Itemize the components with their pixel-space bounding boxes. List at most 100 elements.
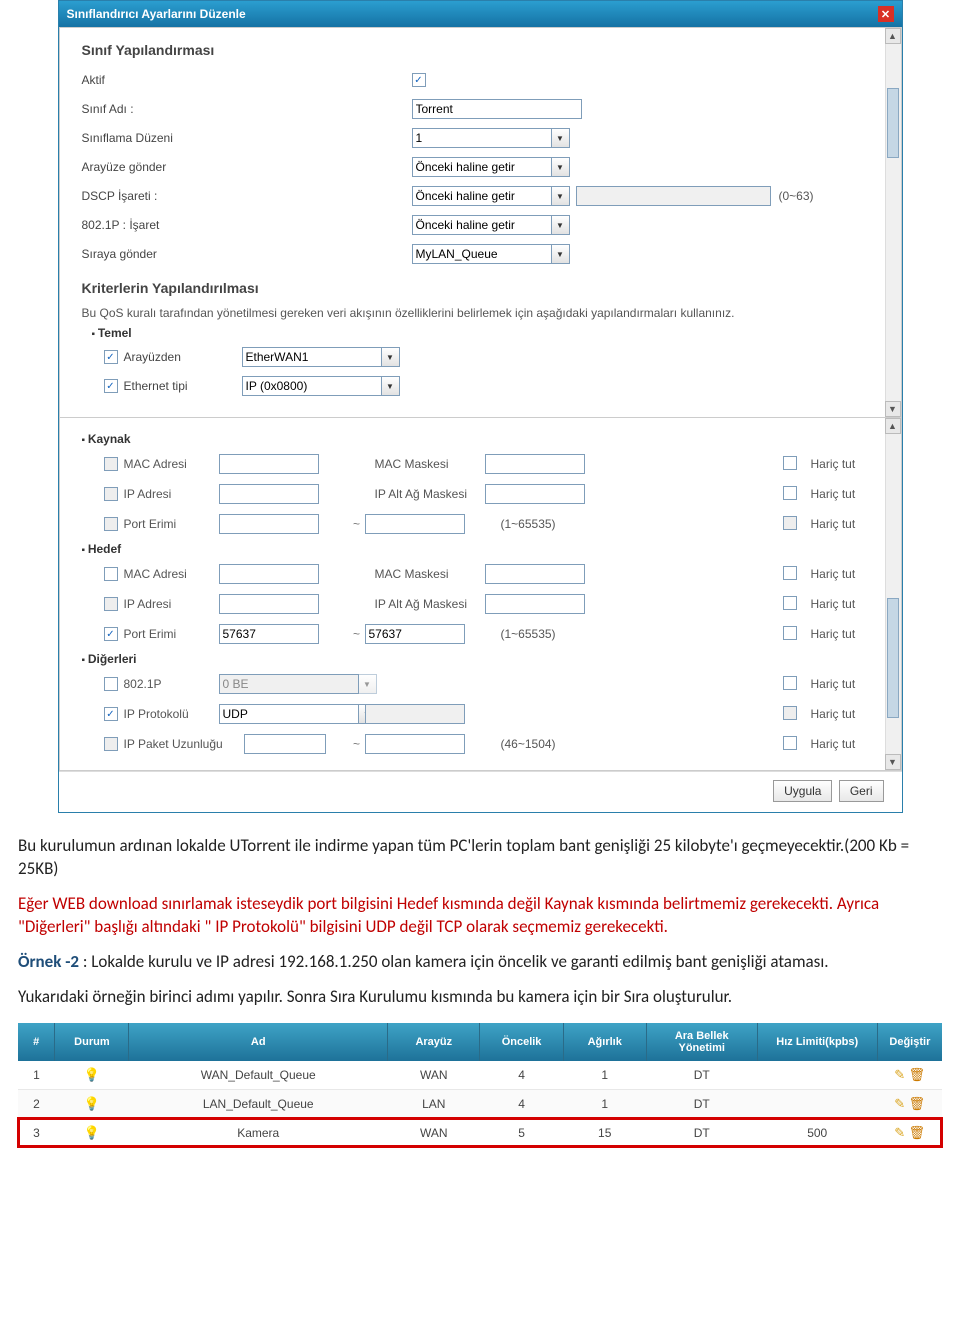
chevron-down-icon[interactable]: ▼: [552, 157, 570, 177]
scrollbar-bottom[interactable]: ▲ ▼: [885, 418, 901, 770]
select-send-interface[interactable]: [412, 157, 552, 177]
label-dst-port: Port Erimi: [124, 627, 177, 641]
select-other-8021p[interactable]: [219, 674, 359, 694]
scroll-down-icon[interactable]: ▼: [885, 754, 901, 770]
checkbox-src-mac-exclude[interactable]: [783, 456, 797, 470]
cell-pri: 4: [480, 1061, 563, 1090]
hint-port-range: (1~65535): [495, 627, 615, 641]
th-priority: Öncelik: [480, 1023, 563, 1061]
queue-table: # Durum Ad Arayüz Öncelik Ağırlık Ara Be…: [18, 1023, 942, 1148]
checkbox-active[interactable]: ✓: [412, 73, 426, 87]
checkbox-src-port-exclude[interactable]: [783, 516, 797, 530]
edit-icon[interactable]: ✎: [894, 1067, 905, 1082]
scroll-up-icon[interactable]: ▲: [885, 28, 901, 44]
input-dst-ip[interactable]: [219, 594, 319, 614]
cell-wt: 15: [563, 1118, 646, 1147]
label-dst-ip: IP Adresi: [124, 597, 172, 611]
select-send-queue[interactable]: [412, 244, 552, 264]
select-dscp[interactable]: [412, 186, 552, 206]
cell-name: WAN_Default_Queue: [129, 1061, 388, 1090]
input-dst-port-from[interactable]: [219, 624, 319, 644]
select-from-interface[interactable]: [242, 347, 382, 367]
row-dst-ip: IP Adresi IP Alt Ağ Maskesi Hariç tut: [104, 592, 871, 616]
row-dst-mac: MAC Adresi MAC Maskesi Hariç tut: [104, 562, 871, 586]
label-8021p-sign: 802.1P : İşaret: [82, 218, 412, 232]
edit-icon[interactable]: ✎: [894, 1125, 905, 1140]
input-src-ip[interactable]: [219, 484, 319, 504]
label-other-8021p: 802.1P: [124, 677, 162, 691]
table-header-row: # Durum Ad Arayüz Öncelik Ağırlık Ara Be…: [18, 1023, 942, 1061]
checkbox-other-pktlen[interactable]: [104, 737, 118, 751]
label-src-port: Port Erimi: [124, 517, 177, 531]
scroll-thumb[interactable]: [887, 598, 899, 718]
select-eth-type[interactable]: [242, 376, 382, 396]
hint-pktlen-range: (46~1504): [495, 737, 615, 751]
scrollbar-top[interactable]: ▲ ▼: [885, 28, 901, 417]
checkbox-src-mac[interactable]: [104, 457, 118, 471]
checkbox-other-ipproto[interactable]: ✓: [104, 707, 118, 721]
close-icon[interactable]: ✕: [878, 6, 894, 22]
chevron-down-icon[interactable]: ▼: [382, 347, 400, 367]
input-dst-mac-mask[interactable]: [485, 564, 585, 584]
hint-dscp-range: (0~63): [779, 189, 814, 203]
scroll-thumb[interactable]: [887, 88, 899, 158]
checkbox-other-8021p-exclude[interactable]: [783, 676, 797, 690]
chevron-down-icon[interactable]: ▼: [552, 215, 570, 235]
scroll-down-icon[interactable]: ▼: [885, 401, 901, 417]
chevron-down-icon[interactable]: ▼: [552, 244, 570, 264]
checkbox-other-ipproto-exclude[interactable]: [783, 706, 797, 720]
checkbox-dst-mac-exclude[interactable]: [783, 566, 797, 580]
classifier-settings-dialog: Sınıflandırıcı Ayarlarını Düzenle ✕ ▲ ▼ …: [58, 0, 903, 813]
checkbox-other-8021p[interactable]: [104, 677, 118, 691]
input-src-mac[interactable]: [219, 454, 319, 474]
chevron-down-icon[interactable]: ▼: [552, 128, 570, 148]
th-buffer: Ara Bellek Yönetimi: [646, 1023, 757, 1061]
back-button[interactable]: Geri: [839, 780, 884, 802]
dialog-title: Sınıflandırıcı Ayarlarını Düzenle: [67, 7, 246, 21]
row-src-mac: MAC Adresi MAC Maskesi Hariç tut: [104, 452, 871, 476]
input-dscp-value[interactable]: [576, 186, 771, 206]
checkbox-dst-ip-exclude[interactable]: [783, 596, 797, 610]
input-dst-mac[interactable]: [219, 564, 319, 584]
label-dst-mac: MAC Adresi: [124, 567, 187, 581]
chevron-down-icon[interactable]: ▼: [552, 186, 570, 206]
checkbox-dst-port-exclude[interactable]: [783, 626, 797, 640]
input-other-pktlen-from[interactable]: [244, 734, 326, 754]
trash-icon[interactable]: 🗑: [909, 1096, 926, 1111]
checkbox-eth-type[interactable]: ✓: [104, 379, 118, 393]
checkbox-dst-ip[interactable]: [104, 597, 118, 611]
input-src-port-from[interactable]: [219, 514, 319, 534]
input-other-ipproto-extra[interactable]: [365, 704, 465, 724]
apply-button[interactable]: Uygula: [773, 780, 832, 802]
checkbox-src-ip[interactable]: [104, 487, 118, 501]
label-src-mac: MAC Adresi: [124, 457, 187, 471]
cell-rate: [757, 1061, 877, 1090]
label-active: Aktif: [82, 73, 412, 87]
input-src-port-to[interactable]: [365, 514, 465, 534]
select-8021p-sign[interactable]: [412, 215, 552, 235]
edit-icon[interactable]: ✎: [894, 1096, 905, 1111]
label-class-order: Sınıflama Düzeni: [82, 131, 412, 145]
checkbox-dst-mac[interactable]: [104, 567, 118, 581]
row-dst-port: ✓Port Erimi ~ (1~65535) Hariç tut: [104, 622, 871, 646]
trash-icon[interactable]: 🗑: [909, 1067, 926, 1082]
select-other-ipproto[interactable]: [219, 704, 359, 724]
input-other-pktlen-to[interactable]: [365, 734, 465, 754]
chevron-down-icon[interactable]: ▼: [382, 376, 400, 396]
input-src-subnet[interactable]: [485, 484, 585, 504]
input-src-mac-mask[interactable]: [485, 454, 585, 474]
checkbox-src-ip-exclude[interactable]: [783, 486, 797, 500]
select-class-order[interactable]: [412, 128, 552, 148]
example-label: Örnek -2: [18, 951, 79, 972]
label-src-mac-mask: MAC Maskesi: [365, 457, 485, 471]
checkbox-dst-port[interactable]: ✓: [104, 627, 118, 641]
input-dst-port-to[interactable]: [365, 624, 465, 644]
checkbox-other-pktlen-exclude[interactable]: [783, 736, 797, 750]
scroll-up-icon[interactable]: ▲: [885, 418, 901, 434]
input-class-name[interactable]: [412, 99, 582, 119]
checkbox-src-port[interactable]: [104, 517, 118, 531]
chevron-down-icon[interactable]: ▼: [359, 674, 377, 694]
input-dst-subnet[interactable]: [485, 594, 585, 614]
checkbox-from-interface[interactable]: ✓: [104, 350, 118, 364]
trash-icon[interactable]: 🗑: [909, 1125, 926, 1140]
